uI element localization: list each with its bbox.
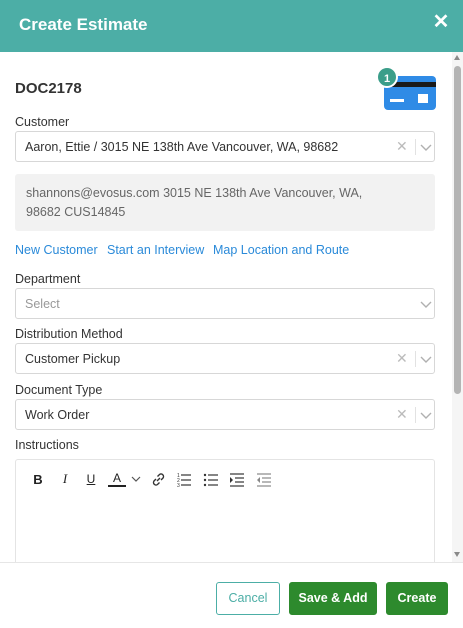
close-icon[interactable]: ✕ [431,10,451,34]
select-divider [415,139,416,155]
create-button[interactable]: Create [386,582,448,615]
scrollbar[interactable] [452,52,463,562]
customer-label: Customer [15,115,70,129]
distribution-value: Customer Pickup [25,352,121,366]
font-color-button[interactable]: A [108,470,126,487]
ordered-list-icon[interactable]: 1 2 3 [176,469,192,489]
department-select[interactable]: Select [15,288,435,319]
svg-text:3: 3 [177,483,180,489]
chevron-down-icon[interactable] [419,407,433,423]
scroll-thumb[interactable] [454,66,461,394]
distribution-select[interactable]: Customer Pickup ✕ [15,343,435,374]
chevron-down-icon[interactable] [130,469,142,489]
doc-type-select[interactable]: Work Order ✕ [15,399,435,430]
customer-info-box: shannons@evosus.com 3015 NE 138th Ave Va… [15,174,435,231]
instructions-editor[interactable]: B I U A 1 2 3 [15,459,435,562]
outdent-icon[interactable] [256,469,272,489]
italic-button[interactable]: I [57,469,73,489]
distribution-label: Distribution Method [15,327,123,341]
document-id: DOC2178 [15,80,82,97]
customer-value: Aaron, Ettie / 3015 NE 138th Ave Vancouv… [25,140,339,154]
department-placeholder: Select [25,297,60,311]
customer-info-line1: shannons@evosus.com 3015 NE 138th Ave Va… [26,186,363,200]
clear-icon[interactable]: ✕ [396,350,408,367]
link-icon[interactable] [150,469,166,489]
chevron-down-icon[interactable] [419,139,433,155]
dialog-header: Create Estimate ✕ [0,0,463,52]
new-customer-link[interactable]: New Customer [15,243,98,257]
bold-button[interactable]: B [30,469,46,489]
select-divider [415,351,416,367]
underline-button[interactable]: U [83,469,99,489]
indent-icon[interactable] [229,469,245,489]
cancel-button[interactable]: Cancel [216,582,280,615]
card-count-badge: 1 [376,66,398,88]
doc-type-label: Document Type [15,383,103,397]
bullet-list-icon[interactable] [203,469,219,489]
map-location-link[interactable]: Map Location and Route [213,243,349,257]
payment-card-button[interactable]: 1 [376,66,438,110]
dialog-footer: Cancel Save & Add Create [0,562,463,628]
department-label: Department [15,272,81,286]
scroll-up-arrow-icon[interactable] [454,55,460,60]
customer-select[interactable]: Aaron, Ettie / 3015 NE 138th Ave Vancouv… [15,131,435,162]
select-divider [415,407,416,423]
chevron-down-icon[interactable] [419,351,433,367]
start-interview-link[interactable]: Start an Interview [107,243,204,257]
clear-icon[interactable]: ✕ [396,406,408,423]
dialog-body[interactable]: DOC2178 1 Customer Aaron, Ettie / 3015 N… [0,52,463,562]
instructions-label: Instructions [15,438,79,452]
doc-type-value: Work Order [25,408,90,422]
save-and-add-button[interactable]: Save & Add [289,582,377,615]
customer-info-line2: 98682 CUS14845 [26,205,126,219]
dialog-title: Create Estimate [19,15,148,34]
chevron-down-icon[interactable] [419,296,433,312]
clear-icon[interactable]: ✕ [396,138,408,155]
scroll-down-arrow-icon[interactable] [454,552,460,557]
